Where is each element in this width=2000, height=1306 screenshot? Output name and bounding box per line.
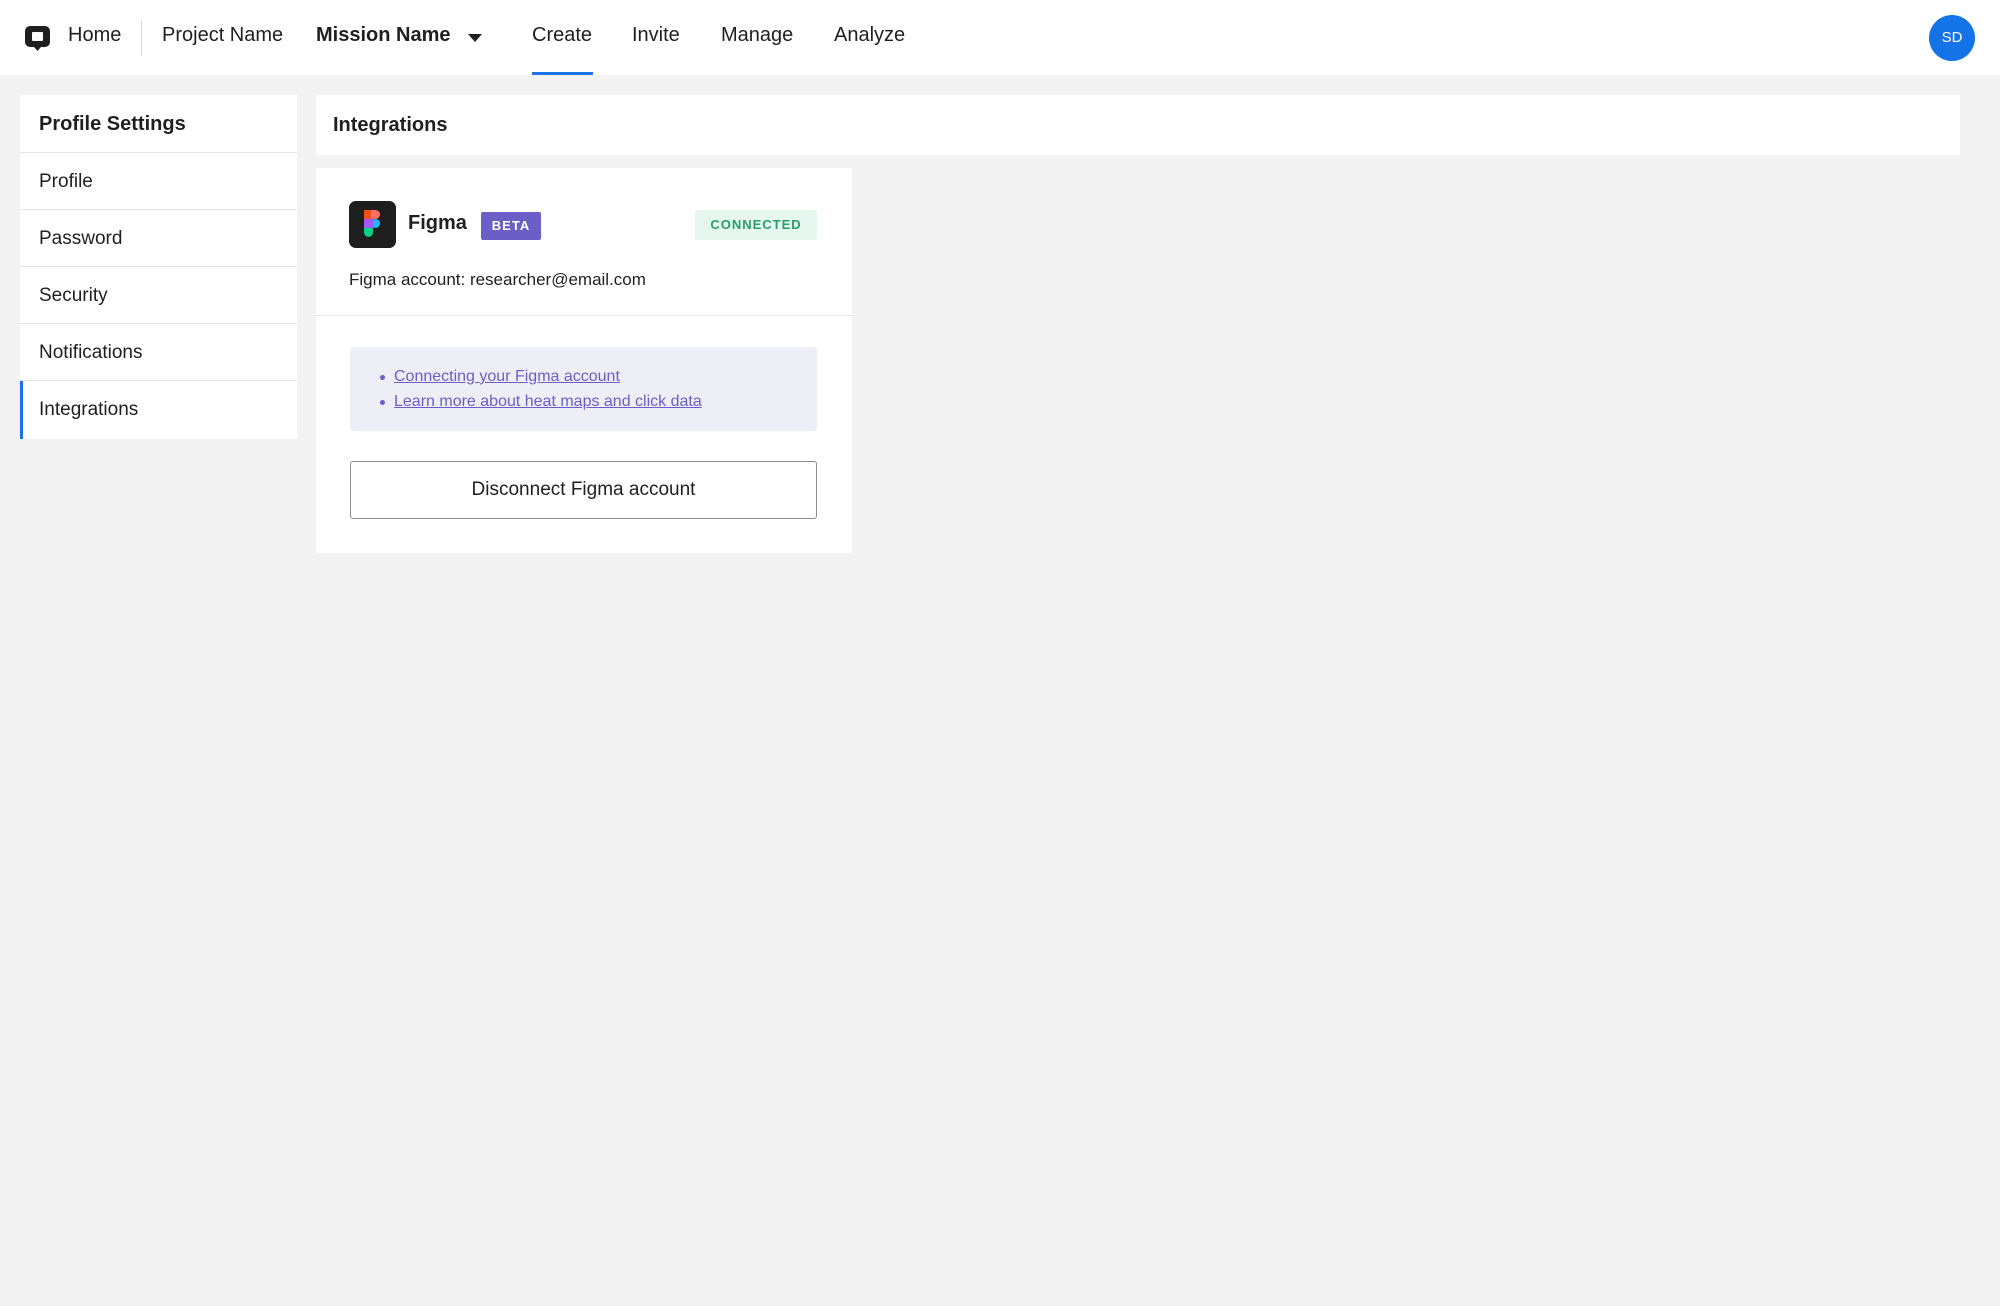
heat-maps-link[interactable]: Learn more about heat maps and click dat… bbox=[394, 393, 702, 410]
list-item: Connecting your Figma account bbox=[380, 364, 817, 389]
app-logo-icon[interactable] bbox=[25, 26, 50, 51]
tab-invite[interactable]: Invite bbox=[632, 24, 680, 47]
active-tab-indicator bbox=[532, 72, 593, 75]
nav-home-link[interactable]: Home bbox=[68, 24, 121, 47]
sidebar-item-integrations[interactable]: Integrations bbox=[20, 381, 297, 439]
nav-divider bbox=[141, 20, 142, 56]
tab-analyze[interactable]: Analyze bbox=[834, 24, 905, 47]
tab-create[interactable]: Create bbox=[532, 24, 592, 47]
figma-integration-card: Figma BETA CONNECTED Figma account: rese… bbox=[316, 168, 852, 553]
figma-logo-icon bbox=[349, 201, 396, 248]
beta-badge: BETA bbox=[481, 212, 541, 240]
help-links-list: Connecting your Figma account Learn more… bbox=[350, 347, 817, 414]
sidebar-item-profile[interactable]: Profile bbox=[20, 153, 297, 210]
connecting-figma-link[interactable]: Connecting your Figma account bbox=[394, 368, 620, 385]
disconnect-figma-button[interactable]: Disconnect Figma account bbox=[350, 461, 817, 519]
integration-name: Figma bbox=[408, 212, 467, 234]
settings-sidebar: Profile Settings Profile Password Securi… bbox=[20, 95, 297, 439]
card-divider bbox=[316, 315, 852, 316]
mission-selector[interactable]: Mission Name bbox=[316, 24, 450, 47]
status-badge: CONNECTED bbox=[695, 210, 817, 240]
page-title: Integrations bbox=[316, 95, 1960, 155]
top-nav-bar: Home Project Name Mission Name Create In… bbox=[0, 0, 2000, 75]
figma-account-text: Figma account: researcher@email.com bbox=[349, 270, 646, 289]
user-avatar[interactable]: SD bbox=[1929, 15, 1975, 61]
nav-project-link[interactable]: Project Name bbox=[162, 24, 283, 47]
chevron-down-icon[interactable] bbox=[468, 34, 482, 42]
sidebar-title: Profile Settings bbox=[20, 95, 297, 153]
sidebar-item-security[interactable]: Security bbox=[20, 267, 297, 324]
sidebar-item-password[interactable]: Password bbox=[20, 210, 297, 267]
help-links-box: Connecting your Figma account Learn more… bbox=[350, 347, 817, 431]
list-item: Learn more about heat maps and click dat… bbox=[380, 389, 817, 414]
sidebar-item-notifications[interactable]: Notifications bbox=[20, 324, 297, 381]
tab-manage[interactable]: Manage bbox=[721, 24, 793, 47]
